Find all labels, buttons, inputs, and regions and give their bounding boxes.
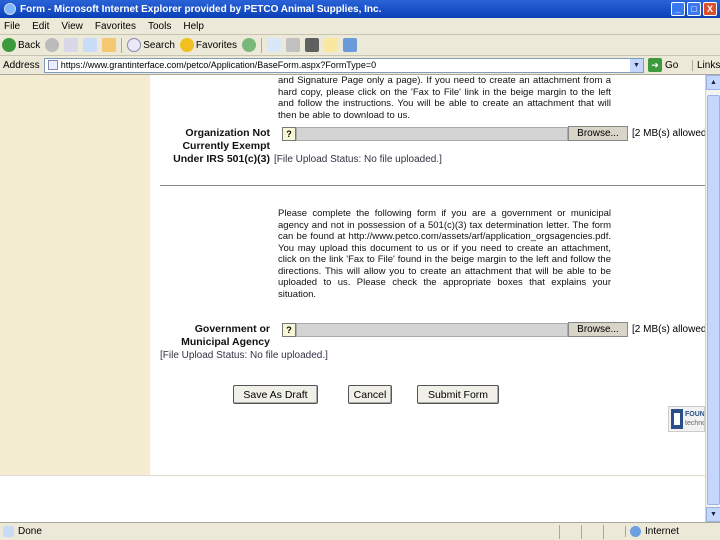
ie-icon xyxy=(4,3,16,15)
zone-text: Internet xyxy=(645,526,679,537)
chevron-down-icon[interactable]: ▼ xyxy=(630,58,643,72)
maximize-button[interactable]: □ xyxy=(687,2,701,16)
section1-file-input[interactable] xyxy=(296,126,568,141)
section2-label: Government or Municipal Agency xyxy=(181,323,270,348)
window-title: Form - Microsoft Internet Explorer provi… xyxy=(20,3,382,15)
lock-icon xyxy=(603,524,625,539)
address-label: Address xyxy=(3,59,40,71)
menu-file[interactable]: File xyxy=(4,21,20,32)
messenger-icon[interactable] xyxy=(343,38,358,52)
page-done-icon xyxy=(3,526,14,537)
scroll-thumb[interactable] xyxy=(707,95,720,505)
menu-bar: File Edit View Favorites Tools Help xyxy=(0,18,720,35)
page-viewport: and Signature Page only a page). If you … xyxy=(0,75,705,522)
status-bar: Done Internet xyxy=(0,522,720,540)
section1-label: Organization Not Currently Exempt Under … xyxy=(173,127,270,165)
home-icon[interactable] xyxy=(102,38,117,52)
mail-icon[interactable] xyxy=(267,38,282,52)
toolbar-separator xyxy=(121,37,123,53)
logo-line1: FOUN xyxy=(685,411,705,418)
logo-line2: techno xyxy=(685,420,705,427)
page-icon xyxy=(47,60,58,70)
footer-strip xyxy=(0,475,705,522)
status-text: Done xyxy=(18,526,42,537)
go-arrow-icon: ➜ xyxy=(648,58,662,72)
section1-instructions: and Signature Page only a page). If you … xyxy=(278,75,611,121)
status-cell xyxy=(581,524,603,539)
back-arrow-icon xyxy=(2,38,16,52)
cancel-button[interactable]: Cancel xyxy=(348,385,392,404)
favorites-button[interactable]: Favorites xyxy=(179,38,237,52)
go-button[interactable]: ➜ Go xyxy=(648,58,688,72)
left-margin-panel xyxy=(0,75,150,475)
section1-file-row: ? Browse... [2 MB(s) allowed] xyxy=(282,126,705,141)
menu-tools[interactable]: Tools xyxy=(148,21,171,32)
save-draft-button[interactable]: Save As Draft xyxy=(233,385,318,404)
section1-upload-status: [File Upload Status: No file uploaded.] xyxy=(274,154,442,165)
forward-arrow-icon xyxy=(45,38,60,52)
back-button[interactable]: Back xyxy=(2,38,40,52)
menu-edit[interactable]: Edit xyxy=(32,21,49,32)
section2-upload-status: [File Upload Status: No file uploaded.] xyxy=(160,350,328,361)
refresh-icon[interactable] xyxy=(83,38,98,52)
section1-max-size: [2 MB(s) allowed] xyxy=(632,128,705,139)
stop-icon[interactable] xyxy=(64,38,79,52)
edit-icon[interactable] xyxy=(305,38,320,52)
toolbar: Back Search Favorites xyxy=(0,35,720,56)
status-cell xyxy=(559,524,581,539)
submit-form-button[interactable]: Submit Form xyxy=(417,385,499,404)
minimize-button[interactable]: _ xyxy=(671,2,685,16)
section1-browse-button[interactable]: Browse... xyxy=(568,126,628,141)
close-button[interactable]: X xyxy=(703,2,717,16)
help-icon[interactable]: ? xyxy=(282,322,296,337)
address-input[interactable]: https://www.grantinterface.com/petco/App… xyxy=(43,57,644,73)
address-bar: Address https://www.grantinterface.com/p… xyxy=(0,56,720,75)
vertical-scrollbar[interactable]: ▲ ▼ xyxy=(705,75,720,522)
scroll-down-icon[interactable]: ▼ xyxy=(706,507,720,522)
search-icon xyxy=(127,38,142,52)
section2-browse-button[interactable]: Browse... xyxy=(568,322,628,337)
section2-instructions: Please complete the following form if yo… xyxy=(278,208,611,300)
print-icon[interactable] xyxy=(286,38,301,52)
globe-icon xyxy=(630,526,641,537)
toolbar-separator xyxy=(261,37,263,53)
history-icon[interactable] xyxy=(242,38,257,52)
logo-mark-icon xyxy=(671,409,683,429)
section2-max-size: [2 MB(s) allowed] xyxy=(632,324,705,335)
forward-button[interactable] xyxy=(45,38,60,52)
folder-icon[interactable] xyxy=(324,38,339,52)
menu-favorites[interactable]: Favorites xyxy=(95,21,136,32)
section2-file-input[interactable] xyxy=(296,322,568,337)
address-url: https://www.grantinterface.com/petco/App… xyxy=(60,60,377,70)
section2-file-row: ? Browse... [2 MB(s) allowed] xyxy=(282,322,705,337)
star-icon xyxy=(179,38,194,52)
divider xyxy=(160,185,705,186)
menu-help[interactable]: Help xyxy=(183,21,204,32)
title-bar: Form - Microsoft Internet Explorer provi… xyxy=(0,0,720,18)
scroll-up-icon[interactable]: ▲ xyxy=(706,75,720,90)
links-button[interactable]: Links xyxy=(692,59,720,71)
menu-view[interactable]: View xyxy=(61,21,83,32)
help-icon[interactable]: ? xyxy=(282,126,296,141)
foundation-logo: FOUN techno xyxy=(668,406,705,432)
search-button[interactable]: Search xyxy=(127,38,175,52)
